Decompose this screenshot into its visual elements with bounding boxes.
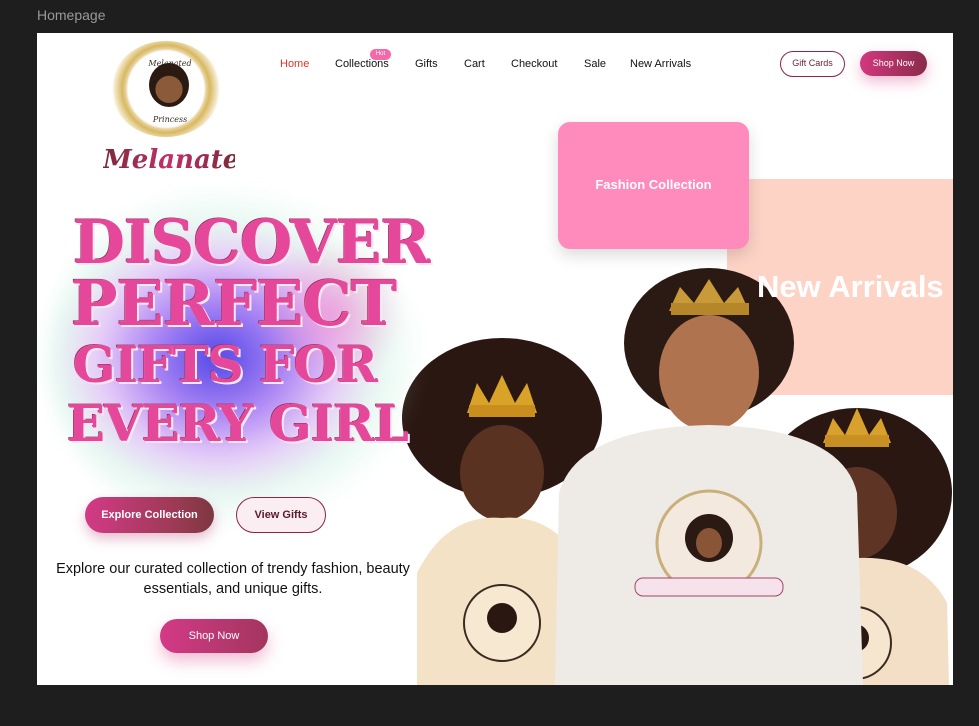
- new-arrivals-label: New Arrivals: [757, 269, 944, 304]
- headline-line-4: EVERY GIRL: [67, 394, 409, 453]
- hot-badge: Hot: [370, 49, 391, 60]
- fashion-collection-label: Fashion Collection: [595, 177, 712, 192]
- nav-item-cart[interactable]: Cart: [464, 58, 485, 70]
- nav-item-new-arrivals[interactable]: New Arrivals: [630, 58, 691, 70]
- gift-cards-button[interactable]: Gift Cards: [780, 51, 845, 77]
- nav-item-gifts[interactable]: Gifts: [415, 58, 438, 70]
- logo-seal: Melanated Princess: [111, 41, 221, 137]
- logo-seal-bottom-text: Princess: [152, 115, 188, 124]
- explore-collection-button[interactable]: Explore Collection: [85, 497, 214, 533]
- fashion-collection-card[interactable]: Fashion Collection: [558, 122, 749, 249]
- frame-label: Homepage: [37, 7, 106, 23]
- homepage-canvas: Melanated Princess Melanated Home Collec…: [37, 33, 953, 685]
- headline-line-2: PERFECT: [71, 267, 397, 340]
- headline-line-1: DISCOVER: [73, 208, 431, 278]
- center-girl-figure: [555, 268, 863, 685]
- hero-tagline: Explore our curated collection of trendy…: [56, 561, 410, 597]
- nav-item-home[interactable]: Home: [280, 58, 309, 70]
- view-gifts-button[interactable]: View Gifts: [236, 497, 326, 533]
- nav-item-checkout[interactable]: Checkout: [511, 58, 557, 70]
- logo-portrait-icon: [149, 63, 189, 107]
- header-shop-now-button[interactable]: Shop Now: [860, 51, 927, 76]
- brand-logo[interactable]: Melanated Princess Melanated: [103, 41, 258, 176]
- brand-wordmark: Melanated: [103, 145, 258, 175]
- hero-shop-now-button[interactable]: Shop Now: [160, 619, 268, 653]
- hero-girls-image: [402, 268, 952, 685]
- headline-line-3: GIFTS FOR: [73, 335, 378, 394]
- nav-item-sale[interactable]: Sale: [584, 58, 606, 70]
